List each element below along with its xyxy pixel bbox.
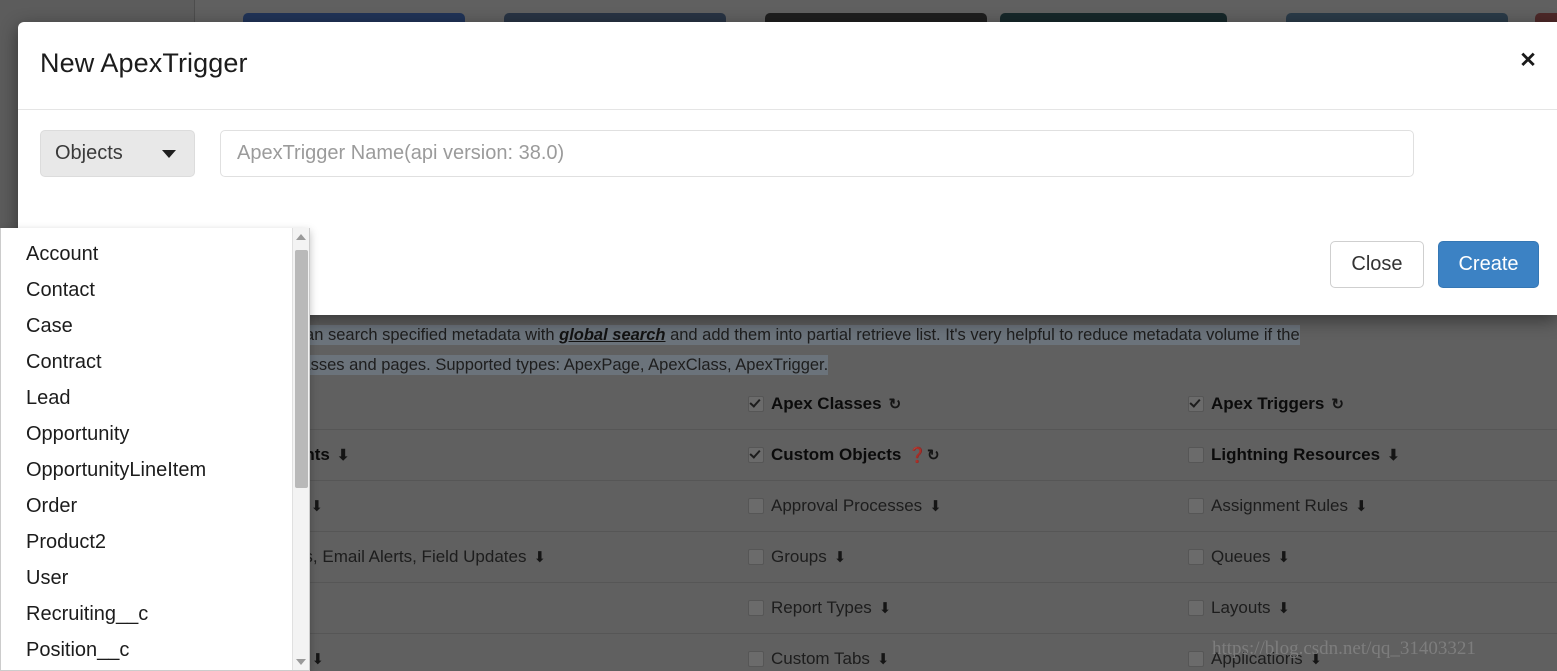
dropdown-option[interactable]: Contact [1,272,287,308]
dropdown-option[interactable]: Contract [1,344,287,380]
scrollbar-thumb[interactable] [295,250,308,488]
object-select-dropdown[interactable]: Objects [40,130,195,177]
apextrigger-name-input[interactable] [220,130,1414,177]
dialog-body: Objects [18,110,1557,222]
caret-down-icon[interactable] [293,653,309,670]
dropdown-option[interactable]: Product2 [1,524,287,560]
caret-up-icon[interactable] [293,228,309,245]
create-button[interactable]: Create [1438,241,1539,288]
dropdown-option[interactable]: Account [1,236,287,272]
object-select-label: Objects [55,142,123,164]
screen: Retrieve: you can search specified metad… [0,0,1557,671]
dropdown-option[interactable]: User [1,560,287,596]
dropdown-option[interactable]: Recruiting__c [1,596,287,632]
page-title: New ApexTrigger [40,48,248,78]
close-button[interactable]: Close [1330,241,1424,288]
close-icon[interactable]: ✕ [1514,47,1542,75]
dropdown-option[interactable]: Position__c [1,632,287,668]
dropdown-option[interactable]: Opportunity [1,416,287,452]
dropdown-option[interactable]: Order [1,488,287,524]
object-dropdown-options: Account Contact Case Contract Lead Opportunit… [1,228,287,670]
dropdown-scrollbar[interactable] [292,228,309,670]
dropdown-option[interactable]: Case [1,308,287,344]
object-dropdown-list: Account Contact Case Contract Lead Opportunit… [0,228,310,671]
chevron-down-icon [162,149,176,158]
dialog-header: New ApexTrigger ✕ [18,22,1557,110]
dropdown-option[interactable]: OpportunityLineItem [1,452,287,488]
dropdown-option[interactable]: Lead [1,380,287,416]
